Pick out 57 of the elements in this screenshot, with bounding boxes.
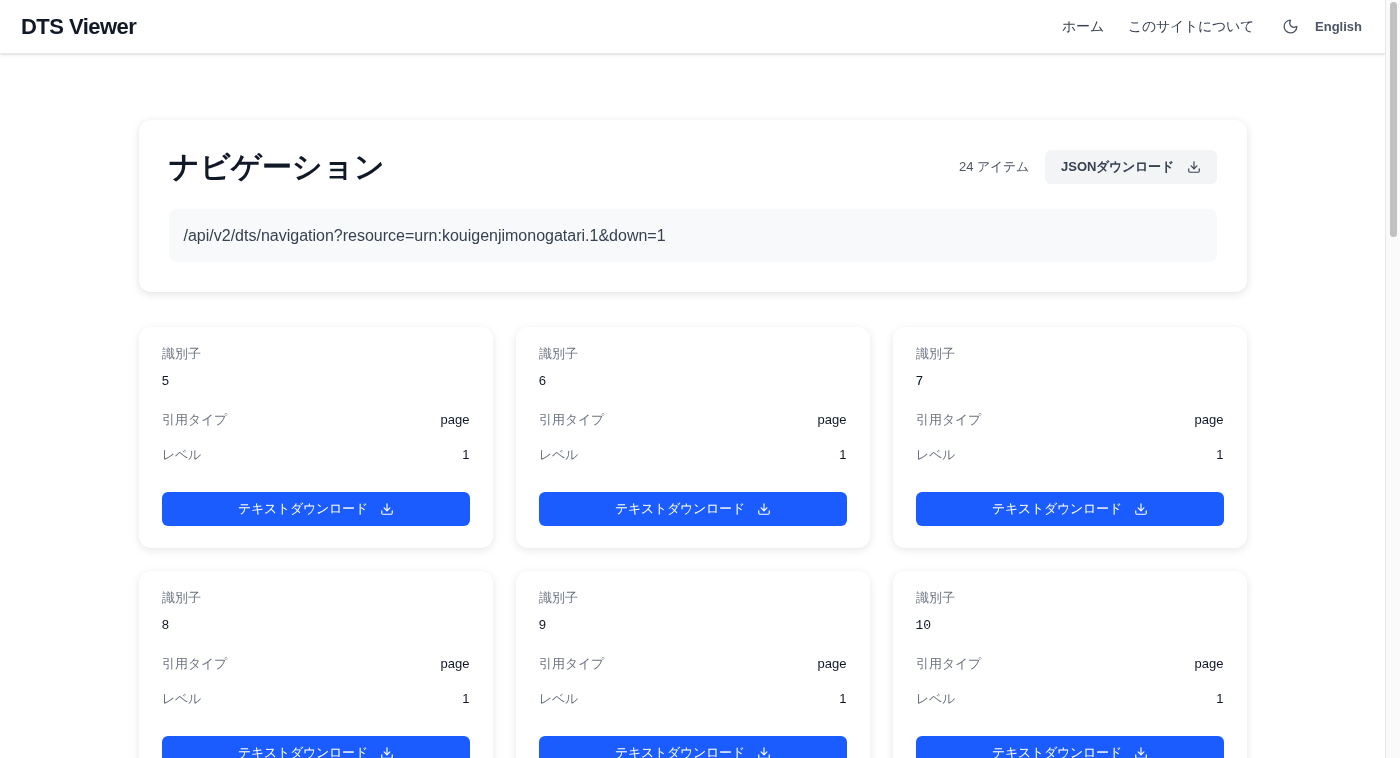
cite-type-value: page — [440, 411, 470, 429]
scrollbar[interactable] — [1385, 0, 1400, 758]
level-value: 1 — [839, 689, 847, 708]
identifier-value: 7 — [915, 372, 925, 391]
text-download-button[interactable]: テキストダウンロード — [161, 492, 470, 526]
download-icon — [1133, 746, 1148, 758]
level-label: レベル — [915, 689, 955, 708]
site-title[interactable]: DTS Viewer — [21, 10, 137, 43]
section-title: ナビゲーション — [168, 149, 385, 185]
download-icon — [379, 502, 394, 516]
level-value: 1 — [839, 445, 847, 464]
download-icon — [1186, 159, 1201, 174]
text-download-button[interactable]: テキストダウンロード — [538, 492, 847, 526]
download-icon — [1133, 502, 1148, 516]
json-download-button[interactable]: JSONダウンロード — [1045, 149, 1217, 184]
level-value: 1 — [462, 445, 470, 464]
cite-type-value: page — [1194, 411, 1224, 429]
identifier-value: 9 — [538, 616, 548, 635]
level-label: レベル — [538, 689, 578, 708]
identifier-label: 識別子 — [538, 589, 579, 607]
cite-type-label: 引用タイプ — [915, 655, 981, 673]
level-value: 1 — [1216, 445, 1224, 464]
identifier-label: 識別子 — [161, 589, 202, 607]
level-label: レベル — [538, 445, 578, 464]
cite-type-label: 引用タイプ — [161, 411, 227, 429]
item-count: 24 アイテム — [959, 157, 1030, 176]
scrollbar-thumb[interactable] — [1389, 2, 1397, 237]
nav-link[interactable]: ホーム — [1062, 16, 1105, 37]
cite-type-value: page — [817, 655, 847, 673]
download-icon — [379, 746, 394, 758]
cite-type-value: page — [817, 411, 847, 429]
download-icon — [756, 502, 771, 516]
level-label: レベル — [161, 445, 201, 464]
cite-type-label: 引用タイプ — [161, 655, 227, 673]
level-value: 1 — [462, 689, 470, 708]
identifier-value: 10 — [915, 616, 933, 635]
nav-link[interactable]: このサイトについて — [1128, 16, 1255, 37]
identifier-value: 6 — [538, 372, 548, 391]
dark-mode-icon[interactable] — [1282, 18, 1300, 35]
cite-type-label: 引用タイプ — [915, 411, 981, 429]
identifier-label: 識別子 — [161, 345, 202, 363]
identifier-label: 識別子 — [538, 345, 579, 363]
cite-type-value: page — [1194, 655, 1224, 673]
level-label: レベル — [915, 445, 955, 464]
language-button[interactable]: English — [1315, 16, 1362, 37]
level-label: レベル — [161, 689, 201, 708]
cite-type-value: page — [440, 655, 470, 673]
level-value: 1 — [1216, 689, 1224, 708]
identifier-value: 8 — [161, 616, 171, 635]
cite-type-label: 引用タイプ — [538, 655, 604, 673]
text-download-button[interactable]: テキストダウンロード — [915, 492, 1224, 526]
identifier-label: 識別子 — [915, 589, 956, 607]
download-icon — [756, 746, 771, 758]
cite-type-label: 引用タイプ — [538, 411, 604, 429]
identifier-value: 5 — [161, 372, 171, 391]
identifier-label: 識別子 — [915, 345, 956, 363]
api-url: /api/v2/dts/navigation?resource=urn:kouigenjimonogatari.1&down=1 — [168, 209, 1217, 262]
